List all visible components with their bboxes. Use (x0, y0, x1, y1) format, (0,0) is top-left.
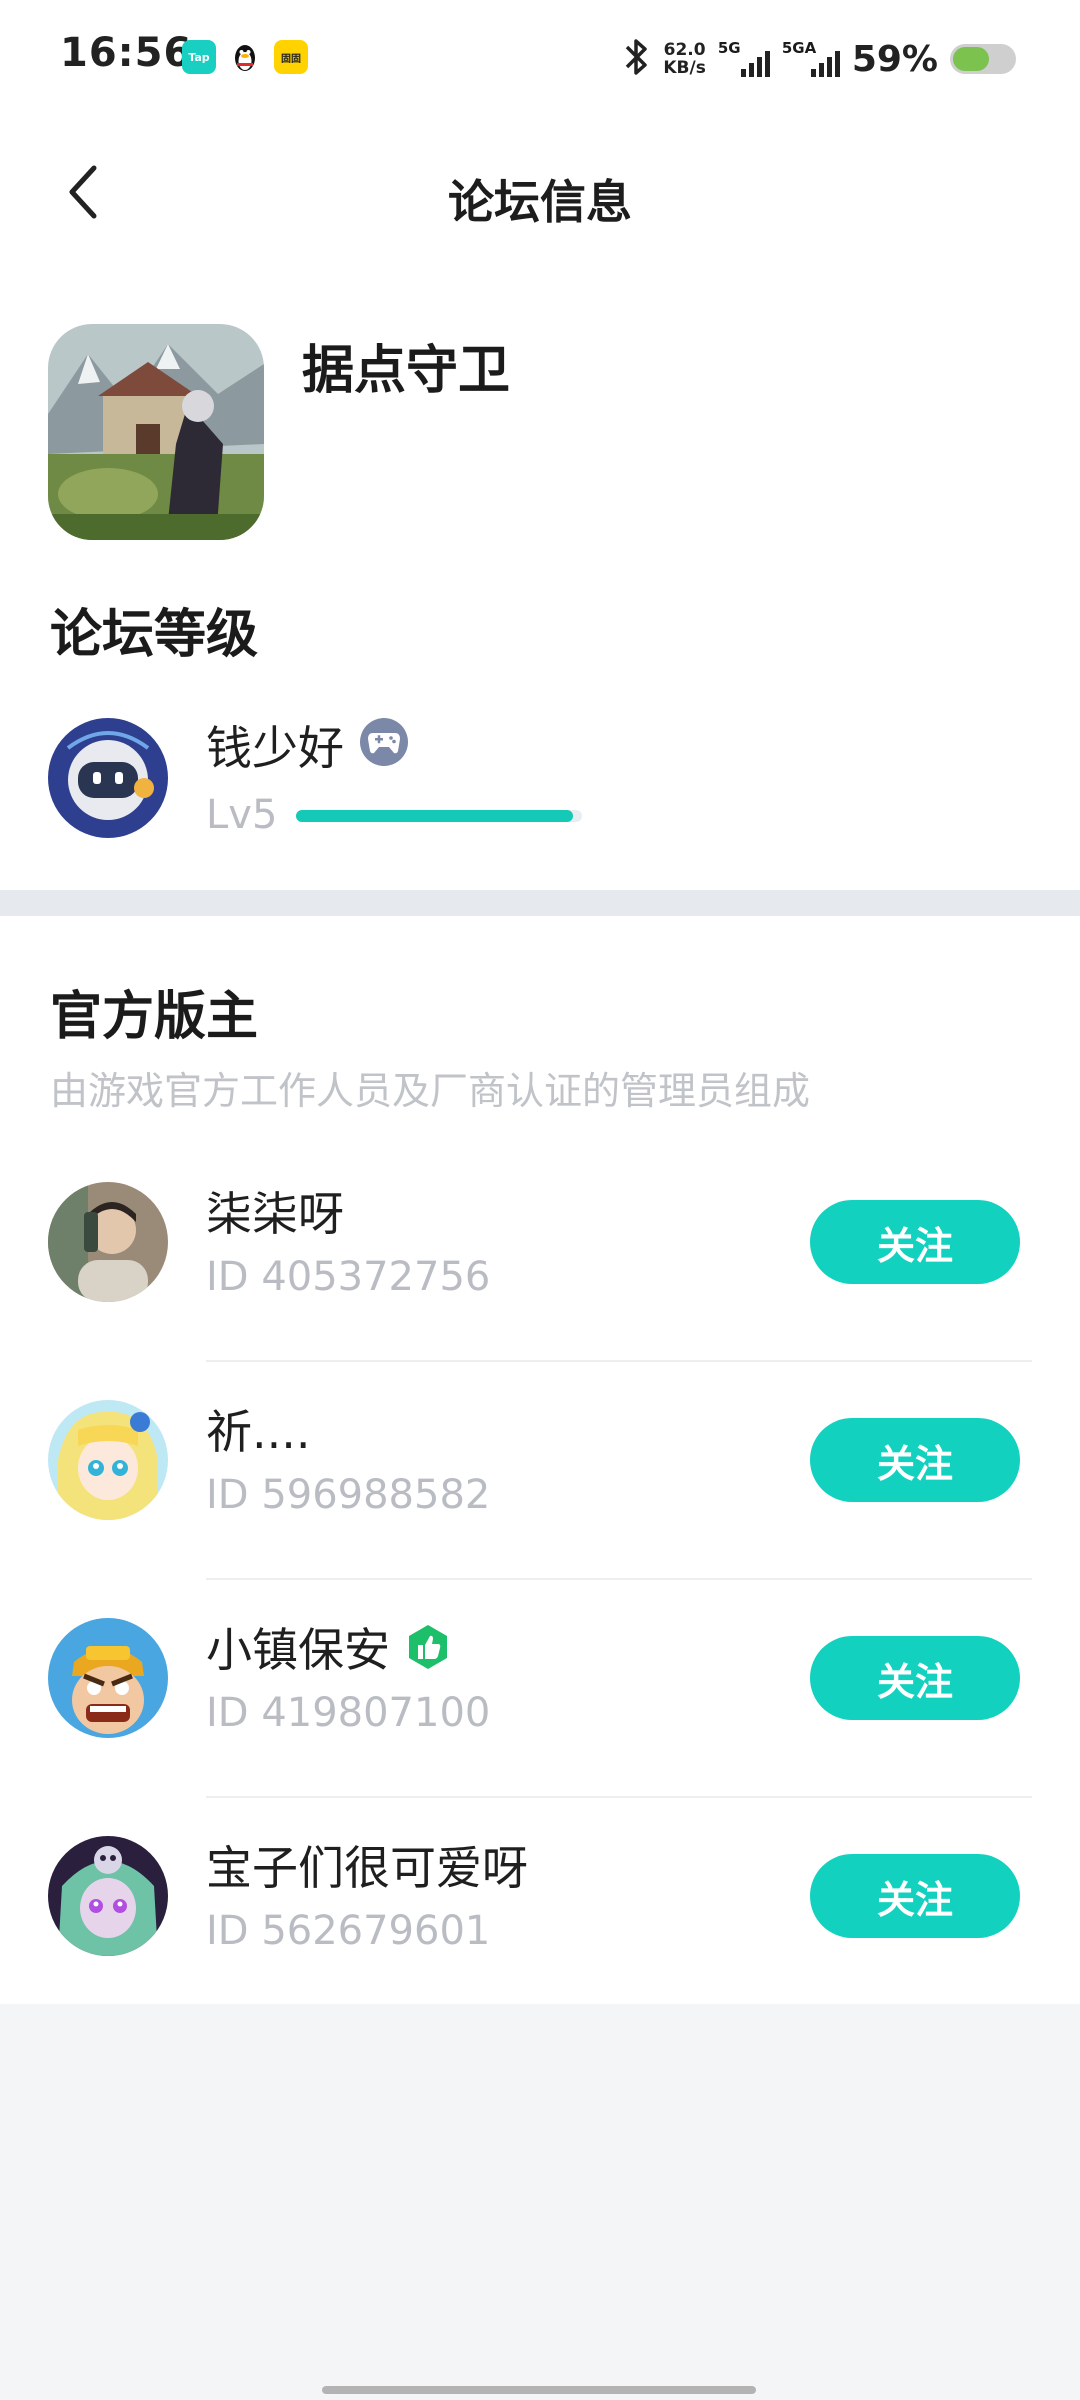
list-item[interactable]: 柒柒呀 ID 405372756 关注 (0, 1142, 1080, 1360)
status-time: 16:56 (60, 30, 193, 76)
moderator-id: ID 562679601 (206, 1908, 491, 1954)
row-divider (206, 1360, 1032, 1362)
moderator-list: 柒柒呀 ID 405372756 关注 祈.... ID 596988582 关… (0, 1142, 1080, 2014)
avatar[interactable] (48, 718, 168, 838)
level-label: Lv5 (206, 792, 278, 838)
avatar[interactable] (48, 1400, 168, 1520)
status-bar: 16:56 Tap 固固 62.0 KB/s 5G 5GA 59% (0, 0, 1080, 116)
level-progress-bar (296, 810, 582, 822)
qq-penguin-icon (228, 40, 262, 74)
network-speed: 62.0 KB/s (663, 41, 705, 77)
moderator-name-text: 小镇保安 (206, 1623, 390, 1677)
moderator-name-text: 柒柒呀 (206, 1187, 344, 1241)
home-indicator[interactable] (322, 2386, 756, 2394)
moderators-title: 官方版主 (50, 987, 259, 1047)
signal-5ga-icon: 5GA (782, 39, 840, 79)
moderator-name: 柒柒呀 (206, 1178, 344, 1244)
moderators-subtitle: 由游戏官方工作人员及厂商认证的管理员组成 (50, 1069, 811, 1113)
gamepad-icon (360, 718, 408, 766)
moderator-name: 小镇保安 (206, 1614, 452, 1680)
moderators-card: 官方版主 由游戏官方工作人员及厂商认证的管理员组成 柒柒呀 ID 4053727… (0, 916, 1080, 2004)
moderator-name: 祈.... (206, 1396, 311, 1462)
list-item[interactable]: 祈.... ID 596988582 关注 (0, 1360, 1080, 1578)
moderator-id: ID 419807100 (206, 1690, 491, 1736)
battery-fill (953, 47, 989, 71)
taptap-app-icon: Tap (182, 40, 216, 74)
follow-button[interactable]: 关注 (810, 1418, 1020, 1502)
network-speed-unit: KB/s (663, 58, 706, 78)
yellow-app-icon: 固固 (274, 40, 308, 74)
follow-button[interactable]: 关注 (810, 1854, 1020, 1938)
avatar[interactable] (48, 1182, 168, 1302)
moderator-name-text: 宝子们很可爱呀 (206, 1841, 528, 1895)
row-divider (206, 1796, 1032, 1798)
signal-5g-icon: 5G (718, 39, 770, 79)
forum-info-card: 据点守卫 论坛等级 钱少好 Lv5 (0, 266, 1080, 890)
bluetooth-icon (621, 37, 651, 81)
thumbs-up-badge-icon (404, 1623, 452, 1671)
signal-5g-label: 5G (717, 39, 741, 57)
game-name: 据点守卫 (302, 341, 511, 401)
moderator-name: 宝子们很可爱呀 (206, 1832, 528, 1898)
follow-button[interactable]: 关注 (810, 1636, 1020, 1720)
network-speed-value: 62.0 (663, 40, 706, 60)
battery-percent: 59% (851, 38, 938, 80)
user-name: 钱少好 (206, 721, 344, 775)
page-title: 论坛信息 (448, 175, 632, 229)
avatar[interactable] (48, 1836, 168, 1956)
moderator-name-text: 祈.... (206, 1405, 311, 1459)
avatar[interactable] (48, 1618, 168, 1738)
forum-level-title: 论坛等级 (50, 605, 259, 665)
row-divider (206, 1578, 1032, 1580)
follow-button[interactable]: 关注 (810, 1200, 1020, 1284)
list-item[interactable]: 小镇保安 ID 419807100 关注 (0, 1578, 1080, 1796)
moderator-id: ID 405372756 (206, 1254, 491, 1300)
list-item[interactable]: 宝子们很可爱呀 ID 562679601 关注 (0, 1796, 1080, 2014)
top-app-bar: 论坛信息 (0, 116, 1080, 266)
moderator-id: ID 596988582 (206, 1472, 491, 1518)
battery-icon (950, 44, 1016, 74)
level-progress-fill (296, 810, 574, 822)
section-divider (0, 890, 1080, 916)
game-icon[interactable] (48, 324, 264, 540)
